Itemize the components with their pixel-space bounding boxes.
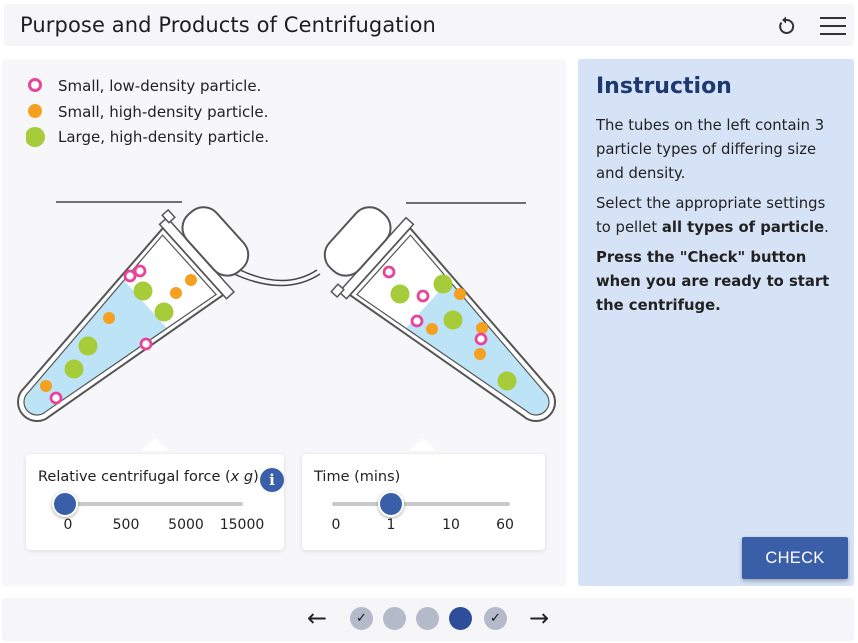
rcf-slider-panel: Relative centrifugal force (x g) i 0 500… [26, 454, 284, 550]
step-dot[interactable] [416, 607, 439, 630]
right-tube [323, 206, 556, 422]
reset-icon[interactable] [774, 14, 798, 38]
time-tick: 60 [496, 517, 514, 533]
instruction-paragraph: The tubes on the left contain 3 particle… [596, 117, 825, 182]
time-slider-thumb[interactable] [378, 491, 404, 517]
time-tick: 1 [386, 517, 396, 533]
time-slider-track[interactable] [332, 502, 510, 506]
rcf-tick: 5000 [168, 517, 204, 533]
time-tick: 0 [331, 517, 341, 533]
step-dot[interactable] [383, 607, 406, 630]
instruction-paragraph: Press the "Check" button when you are re… [596, 249, 830, 314]
info-icon[interactable]: i [260, 468, 284, 492]
prev-arrow-icon[interactable]: ← [307, 606, 327, 630]
instruction-paragraph: Select the appropriate settings to pelle… [596, 195, 829, 236]
rcf-label: Relative centrifugal force (x g) [38, 469, 259, 485]
simulation-area: Small, low-density particle. Small, high… [2, 59, 566, 586]
time-tick: 10 [442, 517, 460, 533]
rcf-tick: 15000 [219, 517, 265, 533]
centrifuge-tubes-illustration [17, 201, 556, 422]
instruction-panel: Instruction The tubes on the left contai… [578, 59, 854, 586]
rcf-slider-track[interactable] [65, 502, 243, 506]
hamburger-menu-icon[interactable] [820, 17, 846, 37]
rcf-panel-pointer [141, 438, 169, 451]
rcf-tick: 500 [112, 517, 140, 533]
time-slider-panel: Time (mins) 0 1 10 60 [302, 454, 545, 550]
navigation-footer: ← ✓ ✓ → [2, 598, 854, 641]
next-arrow-icon[interactable]: → [529, 606, 549, 630]
step-dot[interactable]: ✓ [484, 607, 507, 630]
instruction-title: Instruction [596, 74, 732, 99]
page-title: Purpose and Products of Centrifugation [20, 13, 436, 37]
step-dot[interactable]: ✓ [350, 607, 373, 630]
time-panel-pointer [409, 438, 437, 451]
time-label: Time (mins) [314, 469, 401, 485]
step-dot-current[interactable] [449, 607, 472, 630]
left-tube [17, 206, 250, 422]
check-button[interactable]: CHECK [742, 537, 848, 579]
header-bar: Purpose and Products of Centrifugation [4, 4, 854, 46]
instruction-body: The tubes on the left contain 3 particle… [596, 114, 842, 324]
rcf-tick: 0 [63, 517, 73, 533]
rcf-slider-thumb[interactable] [52, 491, 78, 517]
